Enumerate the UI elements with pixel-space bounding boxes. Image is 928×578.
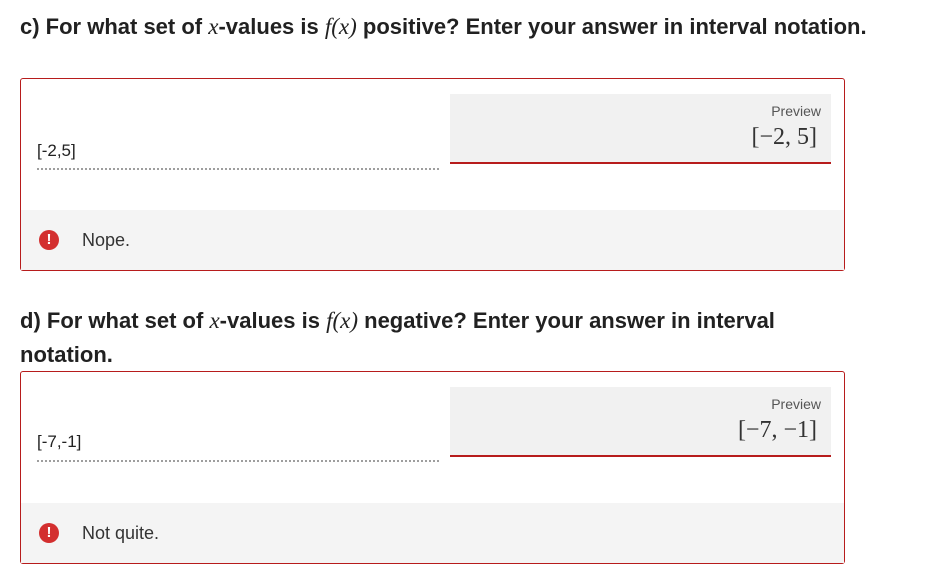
- answer-input-d[interactable]: [-7,-1]: [37, 432, 81, 452]
- feedback-text: Not quite.: [82, 523, 160, 543]
- question-text: -values is: [219, 308, 327, 333]
- math-var-x: x: [340, 308, 351, 333]
- question-text: d) For what set of: [20, 308, 210, 333]
- feedback-panel-d: ! Not quite.: [21, 503, 844, 563]
- math-var-x: x: [338, 14, 350, 39]
- math-paren: (: [332, 308, 341, 333]
- math-paren: (: [331, 14, 339, 39]
- question-d-answer-box: [-7,-1] Preview [−7, −1] ! Not quite.: [20, 371, 845, 564]
- question-d-title: d) For what set of x-values is f(x) nega…: [20, 304, 780, 372]
- question-c-answer-box: [-2,5] Preview [−2, 5] ! Nope.: [20, 78, 845, 271]
- preview-math: [−7, −1]: [737, 417, 817, 443]
- answer-input-underline[interactable]: [37, 460, 439, 462]
- math-var-x: x: [208, 14, 219, 39]
- question-text: -values is: [218, 14, 325, 39]
- exclamation-circle-icon: !: [39, 230, 59, 250]
- preview-panel-d: Preview [−7, −1]: [450, 387, 831, 457]
- answer-input-c[interactable]: [-2,5]: [37, 141, 76, 161]
- question-text: positive? Enter your answer in interval …: [356, 14, 867, 39]
- preview-label: Preview: [771, 103, 821, 119]
- math-paren: ): [350, 308, 359, 333]
- question-text: c) For what set of: [20, 14, 209, 39]
- preview-label: Preview: [771, 396, 821, 412]
- math-var-x: x: [209, 308, 220, 333]
- preview-panel-c: Preview [−2, 5]: [450, 94, 831, 164]
- question-c-title: c) For what set of x-values is f(x) posi…: [20, 10, 880, 44]
- exclamation-circle-icon: !: [39, 523, 59, 543]
- answer-input-underline[interactable]: [37, 168, 439, 170]
- feedback-text: Nope.: [82, 230, 131, 250]
- preview-math: [−2, 5]: [751, 124, 817, 150]
- feedback-panel-c: ! Nope.: [21, 210, 844, 270]
- math-paren: ): [349, 14, 357, 39]
